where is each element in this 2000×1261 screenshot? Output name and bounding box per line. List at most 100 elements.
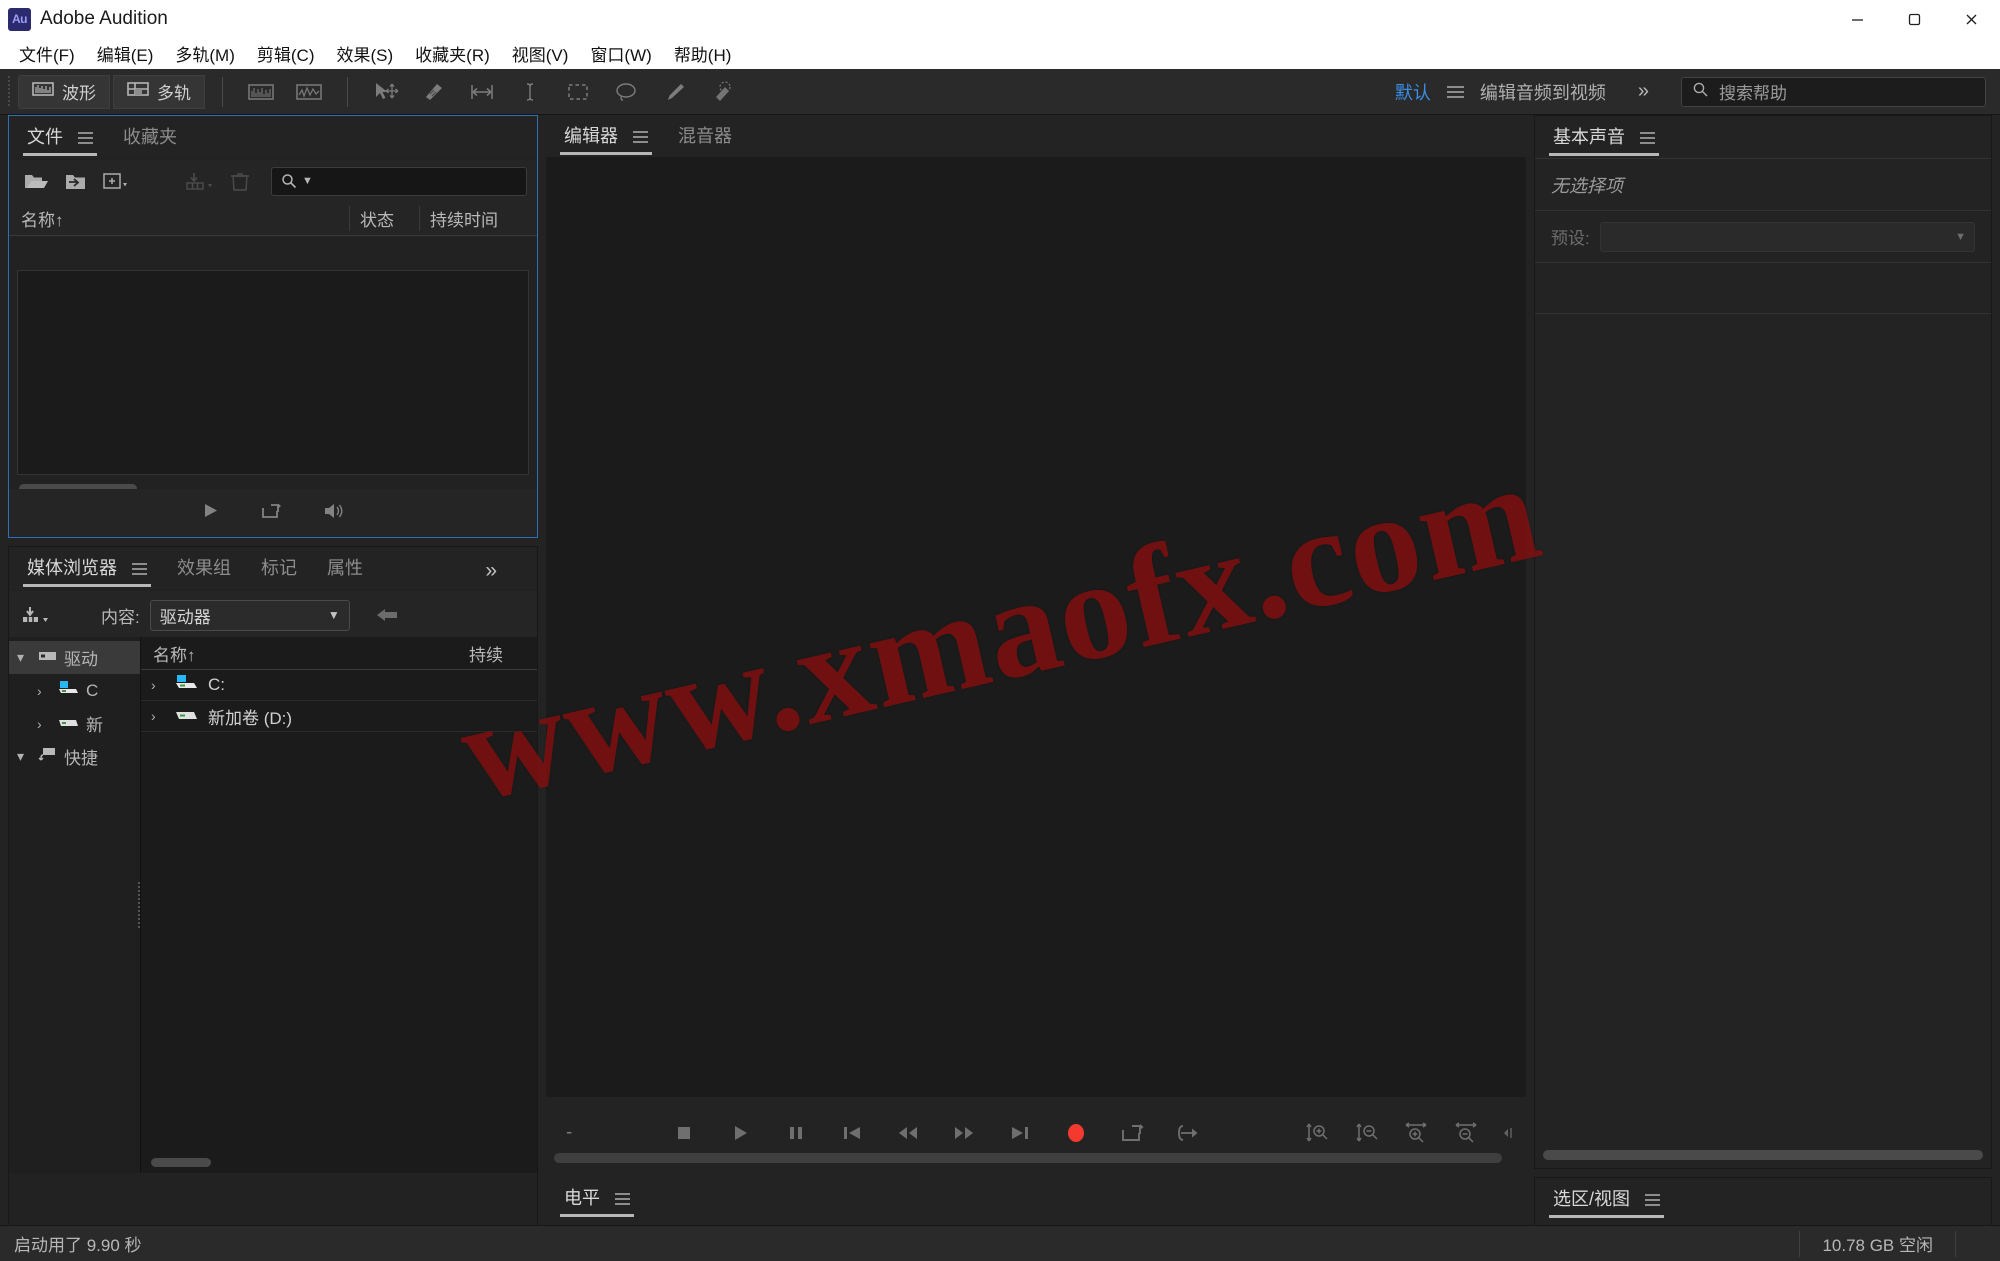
- essential-sound-menu-icon[interactable]: [1640, 129, 1656, 147]
- levels-panel-menu-icon[interactable]: [615, 1190, 631, 1208]
- media-content-select[interactable]: 驱动器 ▼: [149, 599, 350, 631]
- editor-waveform-canvas[interactable]: [546, 157, 1526, 1097]
- move-to-start-button[interactable]: [835, 1116, 869, 1150]
- tab-properties[interactable]: 属性: [323, 554, 367, 589]
- text-cursor-icon[interactable]: [515, 77, 545, 107]
- paintbrush-selection-icon[interactable]: [659, 77, 689, 107]
- workspace-edit-audio-to-video[interactable]: 编辑音频到视频: [1480, 79, 1606, 105]
- menu-window[interactable]: 窗口(W): [579, 39, 662, 68]
- time-selection-icon[interactable]: [467, 77, 497, 107]
- tab-favorites[interactable]: 收藏夹: [119, 123, 181, 158]
- spectral-pitch-icon[interactable]: [294, 77, 324, 107]
- menu-help[interactable]: 帮助(H): [663, 39, 743, 68]
- menu-file[interactable]: 文件(F): [8, 39, 86, 68]
- editor-panel-menu-icon[interactable]: [633, 128, 649, 146]
- files-list[interactable]: [17, 270, 529, 475]
- toolbar-drag-grip[interactable]: [5, 75, 15, 108]
- rewind-button[interactable]: [891, 1116, 925, 1150]
- preset-select[interactable]: ▼: [1599, 221, 1975, 252]
- media-panel-menu-icon[interactable]: [132, 560, 148, 578]
- insert-into-multitrack-icon[interactable]: [183, 166, 217, 196]
- tree-item-d-drive[interactable]: › 新: [9, 707, 140, 740]
- tab-files[interactable]: 文件: [23, 123, 98, 158]
- zoom-in-amplitude-button[interactable]: [1300, 1116, 1334, 1150]
- workspace-default-label[interactable]: 默认: [1395, 79, 1431, 105]
- media-col-name[interactable]: 名称↑: [141, 641, 469, 666]
- files-panel-menu-icon[interactable]: [78, 129, 94, 147]
- move-tool-icon[interactable]: [371, 77, 401, 107]
- zoom-in-time-button[interactable]: [1400, 1116, 1434, 1150]
- tab-editor[interactable]: 编辑器: [560, 122, 653, 157]
- open-file-icon[interactable]: [19, 166, 53, 196]
- maximize-button[interactable]: [1886, 0, 1943, 38]
- chevron-right-icon[interactable]: ›: [37, 683, 51, 699]
- editor-horizontal-scrollbar[interactable]: [554, 1153, 1502, 1163]
- files-col-duration[interactable]: 持续时间: [419, 206, 537, 231]
- media-col-duration[interactable]: 持续: [469, 641, 537, 666]
- record-button[interactable]: [1059, 1116, 1093, 1150]
- loop-playback-button[interactable]: [1115, 1116, 1149, 1150]
- tree-item-shortcuts[interactable]: ▾ 快捷: [9, 740, 140, 773]
- close-button[interactable]: [1943, 0, 2000, 38]
- menu-favorites[interactable]: 收藏夹(R): [404, 39, 501, 68]
- skip-selection-button[interactable]: [1171, 1116, 1205, 1150]
- tab-mixer[interactable]: 混音器: [674, 122, 736, 157]
- menu-multitrack[interactable]: 多轨(M): [164, 39, 245, 68]
- chevron-down-icon[interactable]: ▾: [17, 649, 31, 666]
- play-icon[interactable]: [201, 501, 220, 525]
- fast-forward-button[interactable]: [947, 1116, 981, 1150]
- stop-button[interactable]: [667, 1116, 701, 1150]
- import-icon[interactable]: [19, 600, 53, 630]
- loop-icon[interactable]: [260, 501, 282, 526]
- move-to-end-button[interactable]: [1003, 1116, 1037, 1150]
- chevron-right-icon[interactable]: ›: [151, 677, 165, 693]
- files-col-name[interactable]: 名称↑: [9, 206, 349, 231]
- help-search-input[interactable]: 搜索帮助: [1681, 76, 1986, 107]
- chevron-right-icon[interactable]: ›: [37, 716, 51, 732]
- workspace-menu-icon[interactable]: [1446, 83, 1464, 101]
- zoom-out-time-button[interactable]: [1450, 1116, 1484, 1150]
- new-file-icon[interactable]: [99, 166, 133, 196]
- zoom-full-button[interactable]: [1500, 1116, 1516, 1150]
- tree-item-drives[interactable]: ▾ 驱动: [9, 641, 140, 674]
- play-button[interactable]: [723, 1116, 757, 1150]
- tab-selection-view[interactable]: 选区/视图: [1549, 1185, 1665, 1220]
- import-folder-icon[interactable]: [59, 166, 93, 196]
- razor-tool-icon[interactable]: [419, 77, 449, 107]
- media-browser-tree[interactable]: ▾ 驱动 › C › 新 ▾ 快捷: [9, 637, 141, 1173]
- volume-icon[interactable]: [322, 501, 346, 526]
- media-horizontal-scrollbar[interactable]: [151, 1158, 211, 1167]
- spot-healing-brush-icon[interactable]: [707, 77, 737, 107]
- tab-media-browser[interactable]: 媒体浏览器: [23, 554, 152, 589]
- close-selected-icon[interactable]: [223, 166, 257, 196]
- chevron-down-icon[interactable]: ▾: [17, 748, 31, 765]
- media-row-d[interactable]: › 新加卷 (D:): [141, 701, 537, 732]
- menu-edit[interactable]: 编辑(E): [86, 39, 165, 68]
- essential-sound-horizontal-scrollbar[interactable]: [1543, 1150, 1983, 1160]
- selection-view-menu-icon[interactable]: [1645, 1191, 1661, 1209]
- menu-view[interactable]: 视图(V): [501, 39, 580, 68]
- files-search-input[interactable]: ▼: [271, 166, 527, 196]
- back-arrow-icon[interactable]: [370, 600, 404, 630]
- tab-markers[interactable]: 标记: [257, 554, 301, 589]
- files-search-chevron-down-icon[interactable]: ▼: [302, 175, 313, 187]
- chevron-right-icon[interactable]: ›: [151, 708, 165, 724]
- tab-effects-rack[interactable]: 效果组: [173, 554, 235, 589]
- menu-effects[interactable]: 效果(S): [325, 39, 404, 68]
- tab-essential-sound[interactable]: 基本声音: [1549, 123, 1660, 158]
- tab-levels[interactable]: 电平: [560, 1184, 635, 1219]
- spectral-frequency-icon[interactable]: [246, 77, 276, 107]
- zoom-out-amplitude-button[interactable]: [1350, 1116, 1384, 1150]
- pause-button[interactable]: [779, 1116, 813, 1150]
- lasso-selection-icon[interactable]: [611, 77, 641, 107]
- media-panel-overflow-icon[interactable]: »: [481, 559, 501, 589]
- media-row-c[interactable]: › C:: [141, 670, 537, 701]
- marquee-selection-icon[interactable]: [563, 77, 593, 107]
- tree-item-c-drive[interactable]: › C: [9, 674, 140, 707]
- multitrack-view-button[interactable]: 多轨: [113, 74, 205, 109]
- media-browser-split-handle[interactable]: [135, 882, 145, 928]
- menu-clip[interactable]: 剪辑(C): [246, 39, 326, 68]
- minimize-button[interactable]: [1829, 0, 1886, 38]
- files-col-status[interactable]: 状态: [349, 206, 419, 231]
- workspace-overflow-icon[interactable]: »: [1622, 80, 1665, 103]
